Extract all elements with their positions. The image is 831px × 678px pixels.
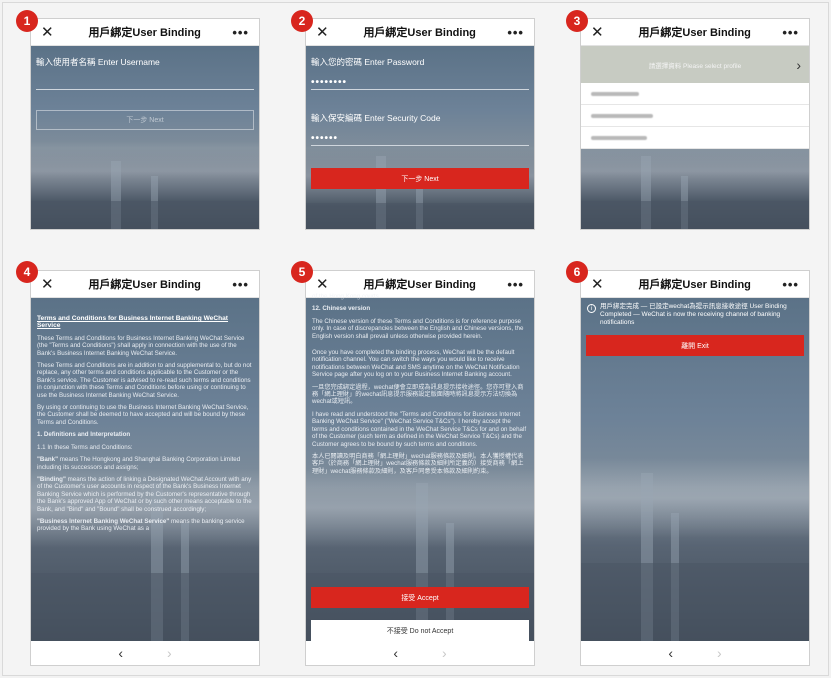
phone-step-2: ✕ 用戶綁定User Binding ••• 輸入您的密碼 Enter Pass… — [305, 18, 535, 230]
terms-definition: "Bank" means The Hongkong and Shanghai B… — [37, 456, 253, 471]
forward-icon[interactable]: › — [167, 645, 172, 661]
profile-option[interactable] — [581, 105, 809, 127]
app-header: ✕ 用戶綁定User Binding ••• — [581, 271, 809, 298]
step-badge-3: 3 — [566, 10, 588, 32]
app-header: ✕ 用戶綁定User Binding ••• — [31, 271, 259, 298]
terms-paragraph: The Chinese version of these Terms and C… — [312, 317, 524, 340]
terms-content: Terms and Conditions for Business Intern… — [37, 315, 253, 538]
terms-section-title: 12. Chinese version — [312, 305, 371, 313]
terms-fragment: of the Hong Kong courts. — [312, 293, 381, 300]
profile-list — [581, 83, 809, 149]
phone-step-6: ✕ 用戶綁定User Binding ••• i 用戶綁定完成 — 已設定wec… — [580, 270, 810, 666]
app-header: ✕ 用戶綁定User Binding ••• — [581, 19, 809, 46]
step-badge-5: 5 — [291, 261, 313, 283]
close-icon[interactable]: ✕ — [41, 275, 57, 293]
more-icon[interactable]: ••• — [507, 25, 524, 40]
password-label: 輸入您的密碼 Enter Password — [311, 57, 425, 67]
more-icon[interactable]: ••• — [232, 277, 249, 292]
step-badge-2: 2 — [291, 10, 313, 32]
profile-option[interactable] — [581, 83, 809, 105]
app-header: ✕ 用戶綁定User Binding ••• — [31, 19, 259, 46]
more-icon[interactable]: ••• — [232, 25, 249, 40]
acceptance-statement-zh: 本人已閱讀及明白商務「網上理財」wechat服務條款及細則。本人獲授權代表客戶（… — [312, 452, 524, 475]
notification-notice-zh: 一旦您完成綁定過程，wechat便會立即成為訊息提示接收途徑。您亦可登入商務「網… — [312, 383, 524, 406]
terms-heading: Terms and Conditions for Business Intern… — [37, 315, 228, 330]
terms-paragraph: By using or continuing to use the Busine… — [37, 404, 249, 426]
forward-icon[interactable]: › — [442, 645, 447, 661]
close-icon[interactable]: ✕ — [591, 23, 607, 41]
term-definition: means the action of linking a Designated… — [37, 475, 252, 513]
bottom-nav: ‹ › — [31, 641, 259, 665]
page-title: 用戶綁定User Binding — [363, 279, 476, 291]
step-badge-6: 6 — [566, 261, 588, 283]
phone-step-4: ✕ 用戶綁定User Binding ••• Terms and Conditi… — [30, 270, 260, 666]
term-definition: means The Hongkong and Shanghai Banking … — [37, 456, 241, 471]
phone-step-1: ✕ 用戶綁定User Binding ••• 輸入使用者名稱 Enter Use… — [30, 18, 260, 230]
terms-definition: "Binding" means the action of linking a … — [37, 476, 253, 513]
accept-button[interactable]: 接受 Accept — [311, 587, 529, 608]
security-code-input[interactable]: •••••• — [311, 128, 529, 146]
terms-content: of the Hong Kong courts. 12. Chinese ver… — [312, 293, 528, 480]
forward-icon[interactable]: › — [717, 645, 722, 661]
back-icon[interactable]: ‹ — [393, 645, 398, 661]
terms-paragraph: 1.1 In these Terms and Conditions: — [37, 443, 133, 451]
phone-step-5: ✕ 用戶綁定User Binding ••• of the Hong Kong … — [305, 270, 535, 666]
chevron-right-icon: › — [796, 56, 801, 73]
back-icon[interactable]: ‹ — [668, 645, 673, 661]
close-icon[interactable]: ✕ — [316, 23, 332, 41]
page-title: 用戶綁定User Binding — [638, 279, 751, 291]
term-name: "Binding" — [37, 475, 66, 483]
bottom-nav: ‹ › — [306, 641, 534, 665]
more-icon[interactable]: ••• — [507, 277, 524, 292]
security-code-label: 輸入保安編碼 Enter Security Code — [311, 113, 441, 123]
completion-text: 用戶綁定完成 — 已設定wechat為提示訊息接收途徑 User Binding… — [600, 303, 787, 326]
acceptance-statement: I have read and understood the "Terms an… — [312, 410, 527, 448]
more-icon[interactable]: ••• — [782, 277, 799, 292]
bottom-nav: ‹ › — [581, 641, 809, 665]
back-icon[interactable]: ‹ — [118, 645, 123, 661]
term-name: "Bank" — [37, 456, 58, 464]
terms-paragraph: These Terms and Conditions for Business … — [37, 334, 245, 357]
security-code-value: •••••• — [311, 133, 339, 144]
terms-section-title: 1. Definitions and Interpretation — [37, 431, 131, 439]
select-profile-dropdown[interactable]: 請選擇資料 Please select profile › — [581, 46, 809, 83]
app-header: ✕ 用戶綁定User Binding ••• — [306, 19, 534, 46]
page-title: 用戶綁定User Binding — [88, 279, 201, 291]
page-title: 用戶綁定User Binding — [88, 27, 201, 39]
exit-button[interactable]: 離開 Exit — [586, 335, 804, 356]
password-input[interactable]: •••••••• — [311, 72, 529, 90]
close-icon[interactable]: ✕ — [316, 275, 332, 293]
info-icon: i — [587, 304, 596, 313]
do-not-accept-button[interactable]: 不接受 Do not Accept — [311, 620, 529, 641]
more-icon[interactable]: ••• — [782, 25, 799, 40]
step-badge-4: 4 — [16, 261, 38, 283]
phone-step-3: ✕ 用戶綁定User Binding ••• 請選擇資料 Please sele… — [580, 18, 810, 230]
next-button[interactable]: 下一步 Next — [311, 168, 529, 189]
profile-option[interactable] — [581, 127, 809, 149]
username-label: 輸入使用者名稱 Enter Username — [36, 57, 160, 67]
page-title: 用戶綁定User Binding — [638, 27, 751, 39]
notification-notice: Once you have completed the binding proc… — [312, 349, 520, 379]
select-profile-label: 請選擇資料 Please select profile — [648, 62, 742, 70]
completion-message: i 用戶綁定完成 — 已設定wechat為提示訊息接收途徑 User Bindi… — [587, 303, 803, 327]
terms-definition: "Business Internet Banking WeChat Servic… — [37, 518, 253, 533]
terms-paragraph: These Terms and Conditions are in additi… — [37, 362, 252, 399]
term-name: "Business Internet Banking WeChat Servic… — [37, 517, 170, 525]
password-value: •••••••• — [311, 77, 348, 88]
step-badge-1: 1 — [16, 10, 38, 32]
close-icon[interactable]: ✕ — [41, 23, 57, 41]
close-icon[interactable]: ✕ — [591, 275, 607, 293]
next-button[interactable]: 下一步 Next — [36, 110, 254, 130]
username-input[interactable] — [36, 74, 254, 90]
page-title: 用戶綁定User Binding — [363, 27, 476, 39]
